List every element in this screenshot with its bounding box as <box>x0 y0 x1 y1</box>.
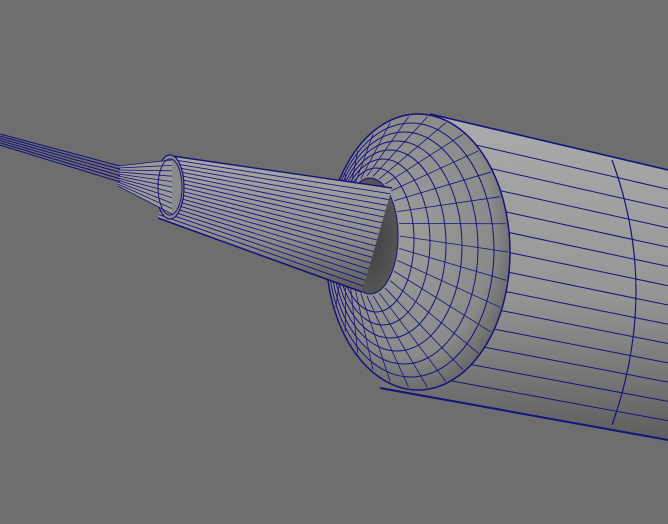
wireframe-scene <box>0 113 668 441</box>
3d-viewport[interactable] <box>0 0 668 524</box>
wire <box>0 133 121 183</box>
